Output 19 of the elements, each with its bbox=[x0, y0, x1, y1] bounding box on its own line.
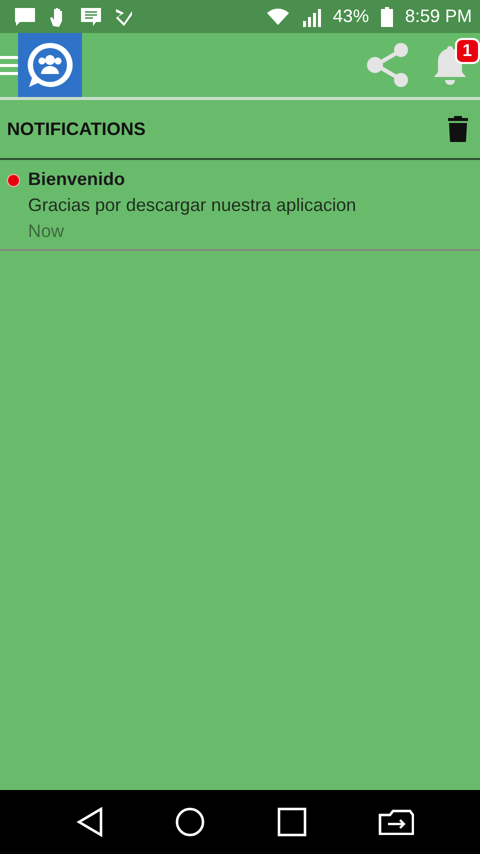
clock-time: 8:59 PM bbox=[404, 6, 472, 27]
notification-badge: 1 bbox=[454, 38, 480, 64]
notification-time: Now bbox=[28, 221, 66, 242]
notification-title: Bienvenido bbox=[28, 169, 126, 190]
chat-icon bbox=[14, 6, 36, 28]
battery-percent: 43% bbox=[332, 6, 369, 27]
battery-icon bbox=[380, 6, 393, 26]
trash-icon[interactable] bbox=[448, 116, 468, 142]
recents-icon[interactable] bbox=[276, 807, 307, 837]
back-icon[interactable] bbox=[76, 807, 104, 837]
switch-sim-icon[interactable] bbox=[378, 809, 414, 835]
signal-icon bbox=[300, 6, 321, 26]
checkmark-icon bbox=[114, 6, 134, 26]
home-icon[interactable] bbox=[175, 807, 206, 837]
message-icon bbox=[80, 6, 102, 26]
wifi-icon bbox=[266, 8, 289, 26]
section-title: NOTIFICATIONS bbox=[7, 118, 146, 140]
notification-message: Gracias por descargar nuestra aplicacion bbox=[28, 195, 356, 216]
app-logo[interactable] bbox=[18, 33, 82, 97]
